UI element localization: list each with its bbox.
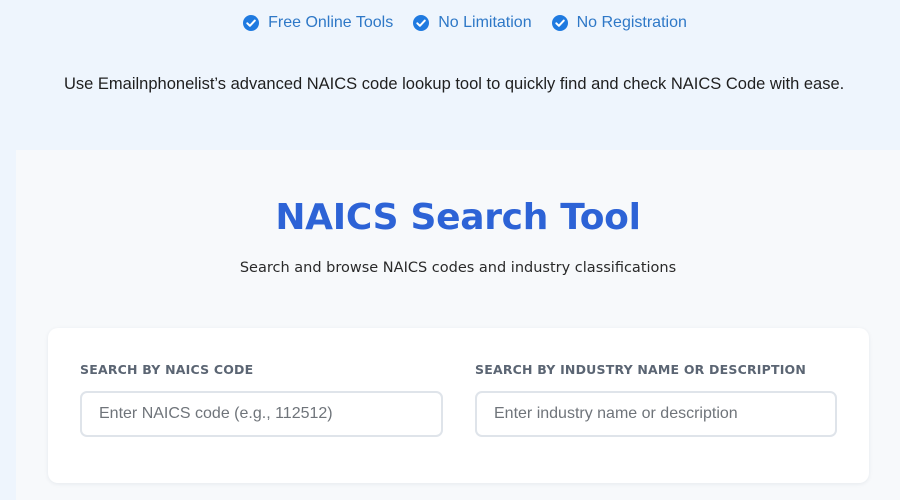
- page-subtitle: Search and browse NAICS codes and indust…: [239, 260, 677, 276]
- industry-search-input[interactable]: [475, 391, 837, 437]
- feature-list: Free Online Tools No Limitation No Regis…: [0, 11, 900, 35]
- check-circle-icon: [243, 15, 260, 31]
- feature-free-online-tools: Free Online Tools: [243, 11, 393, 35]
- naics-search-panel: NAICS Search Tool Search and browse NAIC…: [16, 150, 900, 500]
- page-title: NAICS Search Tool: [275, 197, 641, 238]
- industry-search-field: SEARCH BY INDUSTRY NAME OR DESCRIPTION: [475, 361, 837, 437]
- intro-text: Use Emailnphonelist’s advanced NAICS cod…: [64, 75, 845, 93]
- feature-label: Free Online Tools: [268, 14, 394, 31]
- feature-no-limitation: No Limitation: [413, 11, 532, 35]
- naics-code-field: SEARCH BY NAICS CODE: [80, 361, 443, 437]
- industry-search-label: SEARCH BY INDUSTRY NAME OR DESCRIPTION: [475, 362, 807, 377]
- check-circle-icon: [551, 15, 568, 31]
- naics-code-label: SEARCH BY NAICS CODE: [80, 362, 254, 377]
- search-card: SEARCH BY NAICS CODE SEARCH BY INDUSTRY …: [48, 328, 869, 483]
- naics-code-input[interactable]: [80, 391, 443, 437]
- feature-label: No Limitation: [438, 14, 532, 31]
- check-circle-icon: [413, 15, 430, 31]
- feature-label: No Registration: [576, 14, 687, 31]
- feature-no-registration: No Registration: [551, 11, 687, 35]
